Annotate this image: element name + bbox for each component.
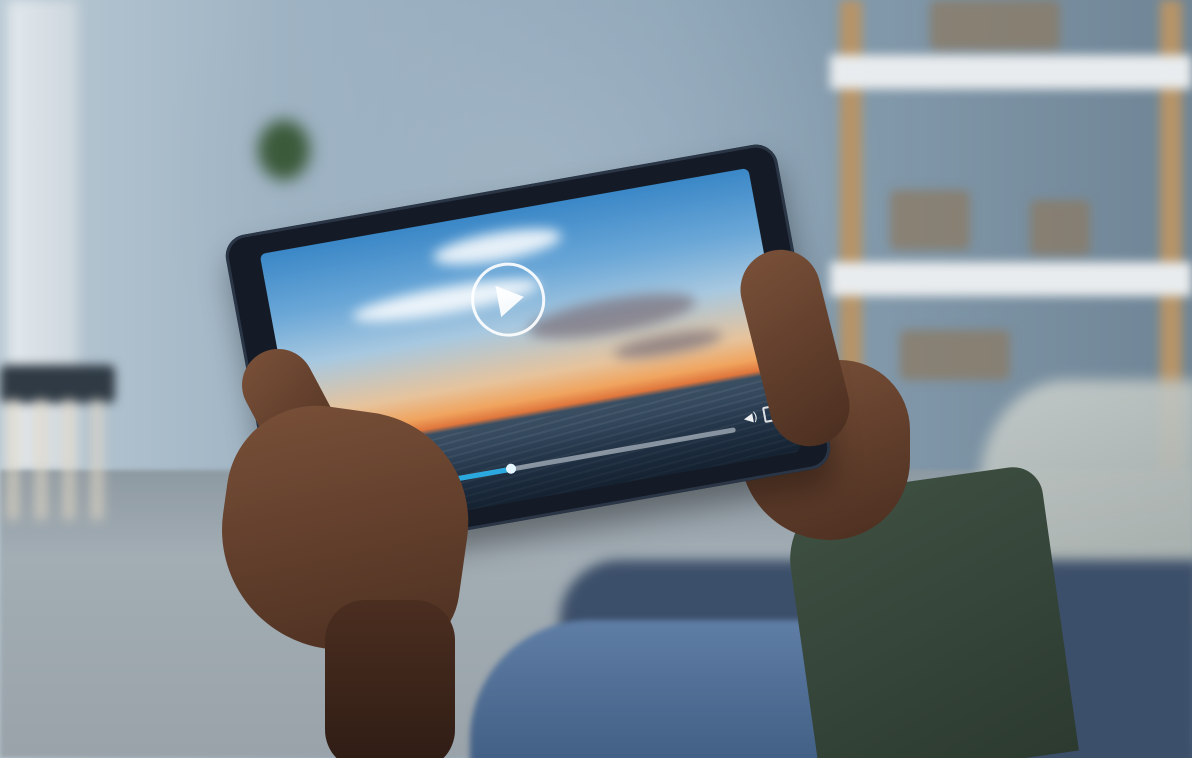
left-wrist [325,600,455,758]
shelf-board [830,55,1192,89]
shelf-item [930,0,1060,50]
shelf-item [900,330,1010,380]
volume-icon[interactable]: ◀) [743,409,759,426]
sky-cloud [612,325,724,364]
photo-scene: ❚❚ ▶▶ ◀) [0,0,1192,758]
shelf-item [890,190,970,250]
play-icon [495,281,527,318]
progress-scrubber[interactable] [504,463,517,475]
background-plant [258,120,310,180]
shelf-board [830,262,1192,296]
background-stool-legs [8,400,118,520]
background-stool [0,365,115,403]
shelf-item [1030,200,1090,255]
